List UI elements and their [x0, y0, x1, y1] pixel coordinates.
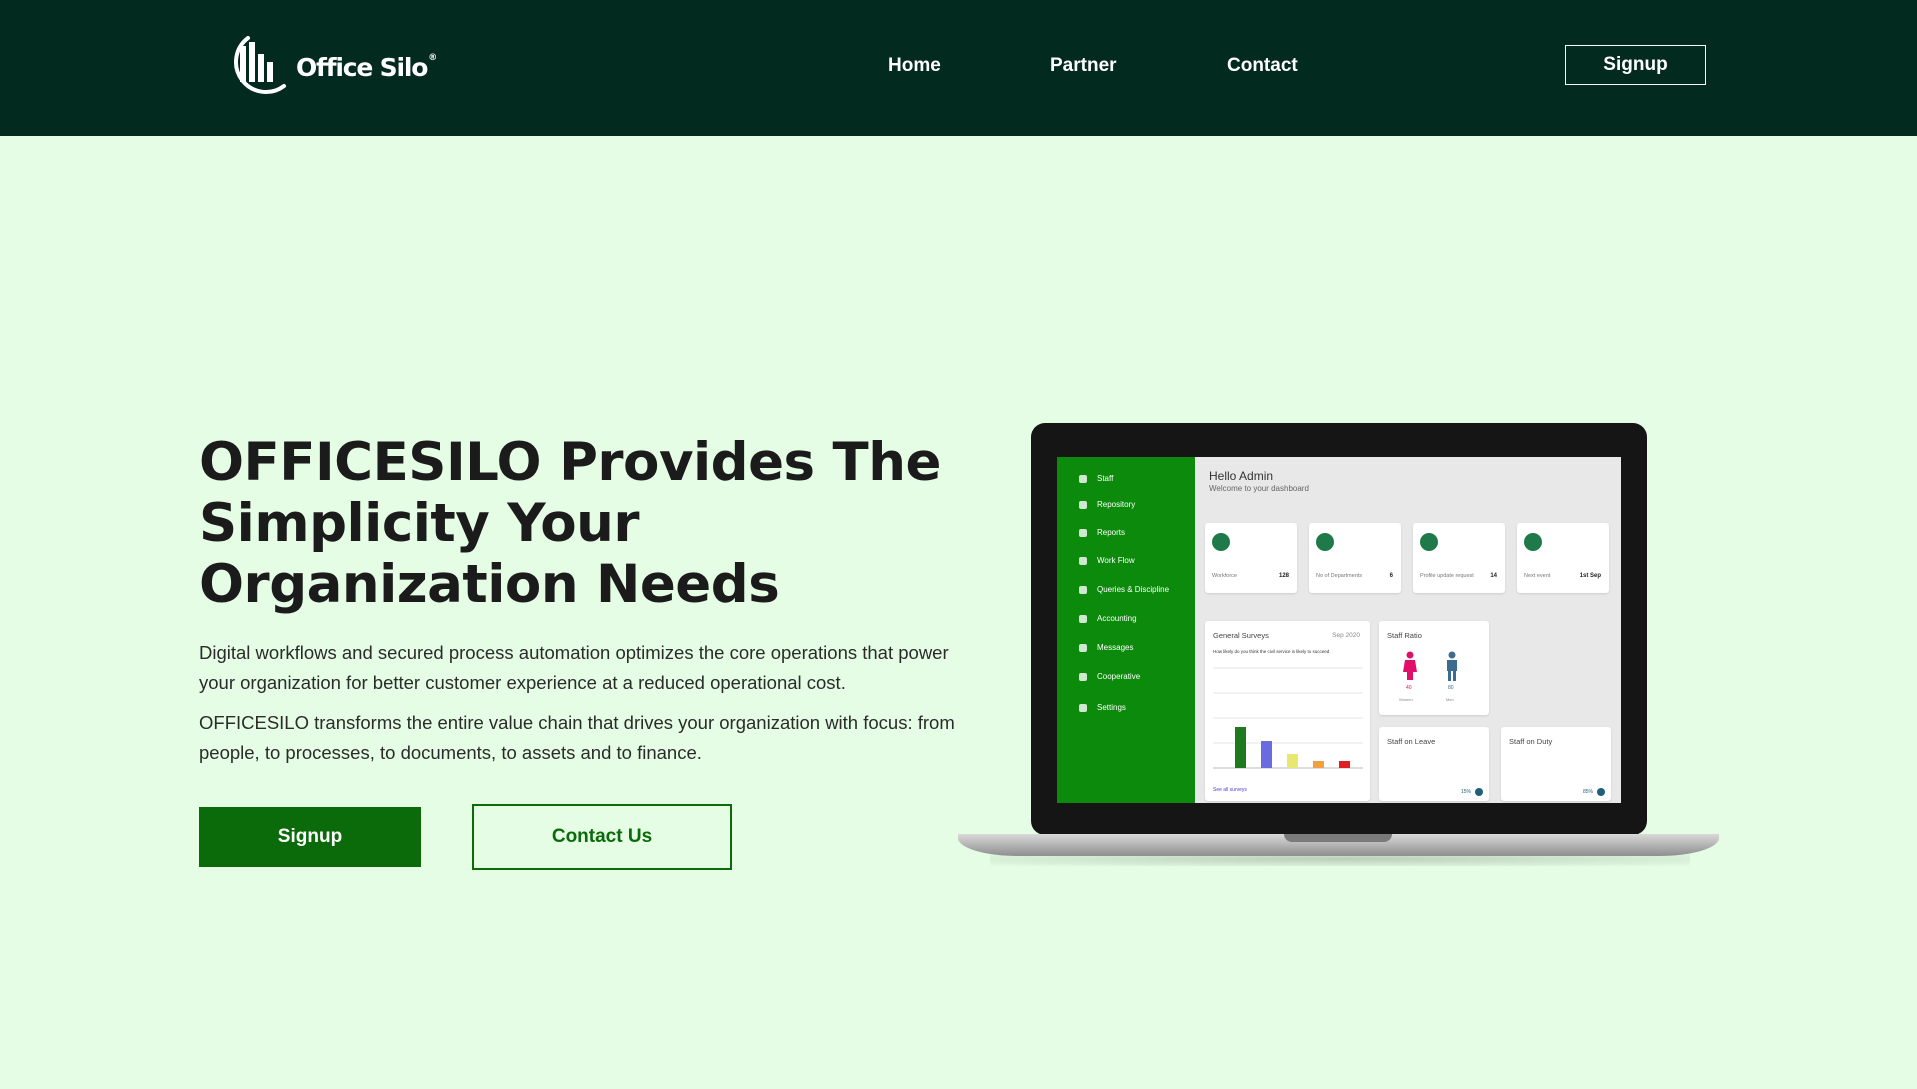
duty-indicator-icon [1597, 788, 1605, 796]
people-icon [1212, 533, 1230, 551]
nav-partner-link[interactable]: Partner [1050, 55, 1117, 77]
survey-bar-chart [1213, 667, 1363, 769]
dashboard-screenshot: Staff Repository Reports Work Flow Queri… [1057, 457, 1621, 803]
gear-icon [1079, 703, 1087, 712]
nav-home-link[interactable]: Home [888, 55, 941, 77]
next-event-card: Next event 1st Sep [1517, 523, 1609, 593]
hero-paragraph-1: Digital workflows and secured process au… [199, 642, 949, 693]
sidebar-item-cooperative: Cooperative [1079, 672, 1140, 681]
mail-icon [1079, 643, 1087, 652]
sidebar-item-reports: Reports [1079, 528, 1125, 537]
dashboard-sidebar: Staff Repository Reports Work Flow Queri… [1057, 457, 1195, 803]
profile-icon [1420, 533, 1438, 551]
brand-name: Office Silo® [296, 52, 437, 82]
cooperative-icon [1079, 672, 1087, 681]
staff-ratio-panel: Staff Ratio 40 80 Women Men [1379, 621, 1489, 715]
man-icon [1447, 651, 1457, 681]
sidebar-item-repository: Repository [1079, 500, 1135, 509]
profile-update-card: Profile update request 14 [1413, 523, 1505, 593]
header-signup-button[interactable]: Signup [1565, 45, 1706, 85]
sidebar-item-accounting: Accounting [1079, 614, 1137, 623]
dashboard-welcome: Welcome to your dashboard [1209, 484, 1309, 493]
hero-paragraph-2: OFFICESILO transforms the entire value c… [199, 712, 955, 763]
workforce-card: Workforce 128 [1205, 523, 1297, 593]
sidebar-item-settings: Settings [1079, 703, 1126, 712]
hero-signup-button[interactable]: Signup [199, 807, 421, 867]
departments-card: No of Departments 6 [1309, 523, 1401, 593]
staff-on-duty-panel: Staff on Duty 85% [1501, 727, 1611, 801]
sidebar-item-messages: Messages [1079, 643, 1133, 652]
hero-title: OFFICESILO Provides The Simplicity Your … [199, 432, 941, 615]
office-silo-logo-icon [234, 36, 286, 94]
dashboard-greeting: Hello Admin [1209, 469, 1274, 483]
department-icon [1316, 533, 1334, 551]
laptop-notch [1284, 834, 1392, 842]
hero-contact-button[interactable]: Contact Us [472, 804, 732, 870]
staff-on-leave-panel: Staff on Leave 15% [1379, 727, 1489, 801]
workflow-icon [1079, 556, 1087, 565]
general-surveys-panel: General Surveys Sep 2020 How likely do y… [1205, 621, 1370, 801]
top-navigation-bar: Office Silo® Home Partner Contact Signup [0, 0, 1917, 136]
accounting-icon [1079, 614, 1087, 623]
chart-icon [1079, 528, 1087, 537]
woman-icon [1403, 651, 1417, 680]
sidebar-item-queries: Queries & Discipline [1079, 585, 1169, 594]
user-icon [1079, 474, 1087, 483]
folder-icon [1079, 500, 1087, 509]
brand-logo[interactable]: Office Silo® [222, 32, 437, 98]
sidebar-item-workflow: Work Flow [1079, 556, 1135, 565]
nav-contact-link[interactable]: Contact [1227, 55, 1298, 77]
queries-icon [1079, 585, 1087, 594]
leave-indicator-icon [1475, 788, 1483, 796]
calendar-icon [1524, 533, 1542, 551]
sidebar-item-staff: Staff [1079, 474, 1113, 483]
